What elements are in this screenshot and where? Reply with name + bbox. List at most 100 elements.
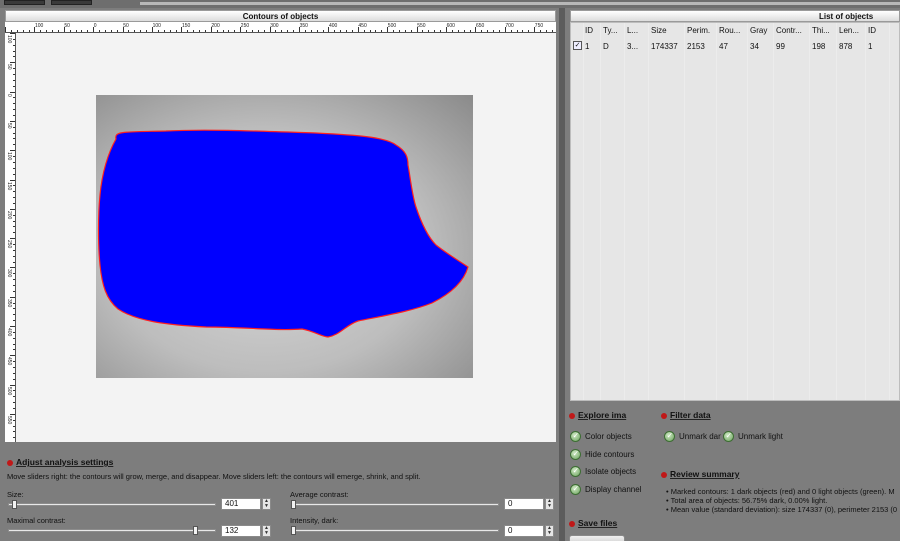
ruler-tick-mark [13,419,15,421]
ruler-tick-mark [10,91,15,93]
option-display-channel[interactable]: Display channel [570,484,641,495]
avg-contrast-spinner-arrows[interactable]: ▲ ▼ [545,498,554,510]
ruler-tick-label: 50 [6,122,12,129]
ruler-tick-mark [322,30,324,32]
ruler-tick-mark [163,30,165,32]
analyzed-image[interactable] [96,95,473,378]
horizontal-ruler: 100 50 0 50 100 150 200 250 300 350 400 450 500 550 60… [5,22,556,33]
col-header-l[interactable]: L... [627,26,638,35]
size-input[interactable]: 401 [221,498,261,510]
avg-contrast-slider-track[interactable] [291,503,499,506]
ruler-tick-mark [13,85,15,87]
ruler-tick-mark [13,279,15,281]
ruler-tick-mark [13,197,15,199]
ruler-tick-label: 200 [6,210,12,220]
ruler-tick-mark [263,30,265,32]
col-header-thickness[interactable]: Thi... [812,26,830,35]
table-row[interactable]: ✓ 1 D 3... 174337 2153 47 34 99 198 878 … [571,39,899,55]
check-circle-icon [664,431,675,442]
ruler-tick-mark [13,425,15,427]
col-divider [865,23,866,400]
ruler-tick-mark [328,27,330,32]
ruler-tick-mark [210,27,212,32]
col-header-size[interactable]: Size [651,26,667,35]
max-contrast-spinner-arrows[interactable]: ▲ ▼ [262,525,271,537]
cell-perimeter: 2153 [687,42,705,51]
table-grid [571,23,899,400]
max-contrast-input[interactable]: 132 [221,525,261,537]
toolbar-tab-2[interactable] [51,0,92,5]
option-label: Isolate objects [585,467,637,476]
ruler-tick-mark [13,161,15,163]
panel-splitter[interactable] [559,8,565,541]
ruler-tick-mark [13,349,15,351]
size-spinner-arrows[interactable]: ▲ ▼ [262,498,271,510]
option-hide-contours[interactable]: Hide contours [570,449,634,460]
ruler-tick-label: 100 [6,152,12,161]
col-header-contrast[interactable]: Contr... [776,26,802,35]
ruler-tick-mark [275,30,277,32]
intensity-slider-thumb[interactable] [291,526,296,535]
save-button[interactable] [569,535,625,541]
col-header-length[interactable]: Len... [839,26,859,35]
ruler-tick-label: 650 [476,23,485,29]
intensity-spinner-arrows[interactable]: ▲ ▼ [545,525,554,537]
toolbar-tab-1[interactable] [4,0,45,5]
ruler-tick-label: 150 [6,181,12,190]
intensity-input[interactable]: 0 [504,525,544,537]
ruler-tick-mark [369,30,371,32]
cell-thickness: 198 [812,42,826,51]
col-header-id[interactable]: ID [585,26,593,35]
size-label: Size: [7,490,24,499]
ruler-tick-mark [446,27,447,32]
ruler-tick-mark [316,30,318,32]
objects-table[interactable]: ID Ty... L... Size Perim. Rou... Gray Co… [570,22,900,401]
option-label: Unmark dar [679,432,721,441]
ruler-tick-label: 400 [329,23,338,29]
option-unmark-dark[interactable]: Unmark dar [664,431,721,442]
ruler-tick-mark [13,431,15,433]
ruler-tick-label: 550 [417,23,426,29]
ruler-tick-mark [10,384,15,386]
ruler-tick-mark [504,27,506,32]
ruler-tick-mark [351,30,353,32]
ruler-tick-mark [416,27,418,32]
col-divider [648,23,649,400]
size-slider-track[interactable] [8,503,216,506]
col-divider [809,23,810,400]
intensity-slider-track[interactable] [291,529,499,532]
ruler-tick-mark [457,30,459,32]
cell-size: 174337 [651,42,678,51]
ruler-tick-mark [13,191,15,193]
ruler-tick-mark [10,30,12,32]
option-color-objects[interactable]: Color objects [570,431,632,442]
ruler-tick-mark [398,30,400,32]
col-header-type[interactable]: Ty... [603,26,618,35]
max-contrast-slider-track[interactable] [8,529,216,532]
row-checkbox[interactable]: ✓ [573,41,582,50]
ruler-tick-mark [463,30,465,32]
ruler-tick-mark [13,314,15,316]
size-slider-thumb[interactable] [12,500,18,509]
col-divider [716,23,717,400]
col-header-gray[interactable]: Gray [750,26,767,35]
ruler-tick-mark [228,30,230,32]
option-isolate-objects[interactable]: Isolate objects [570,466,636,477]
avg-contrast-input[interactable]: 0 [504,498,544,510]
col-header-id2[interactable]: ID [868,26,876,35]
ruler-tick-label: 50 [64,23,70,29]
option-unmark-light[interactable]: Unmark light [723,431,783,442]
col-header-roundness[interactable]: Rou... [719,26,740,35]
avg-contrast-slider-thumb[interactable] [291,500,296,509]
ruler-tick-mark [363,30,365,32]
ruler-tick-label: 500 [6,386,12,395]
ruler-tick-mark [13,243,15,245]
max-contrast-slider-thumb[interactable] [192,526,198,535]
col-header-perimeter[interactable]: Perim. [687,26,710,35]
ruler-tick-mark [422,30,424,32]
ruler-tick-mark [551,30,553,32]
ruler-tick-label: 600 [446,23,455,29]
ruler-tick-mark [481,30,483,32]
ruler-tick-mark [334,30,336,32]
explore-title-text: Explore ima [578,410,627,420]
